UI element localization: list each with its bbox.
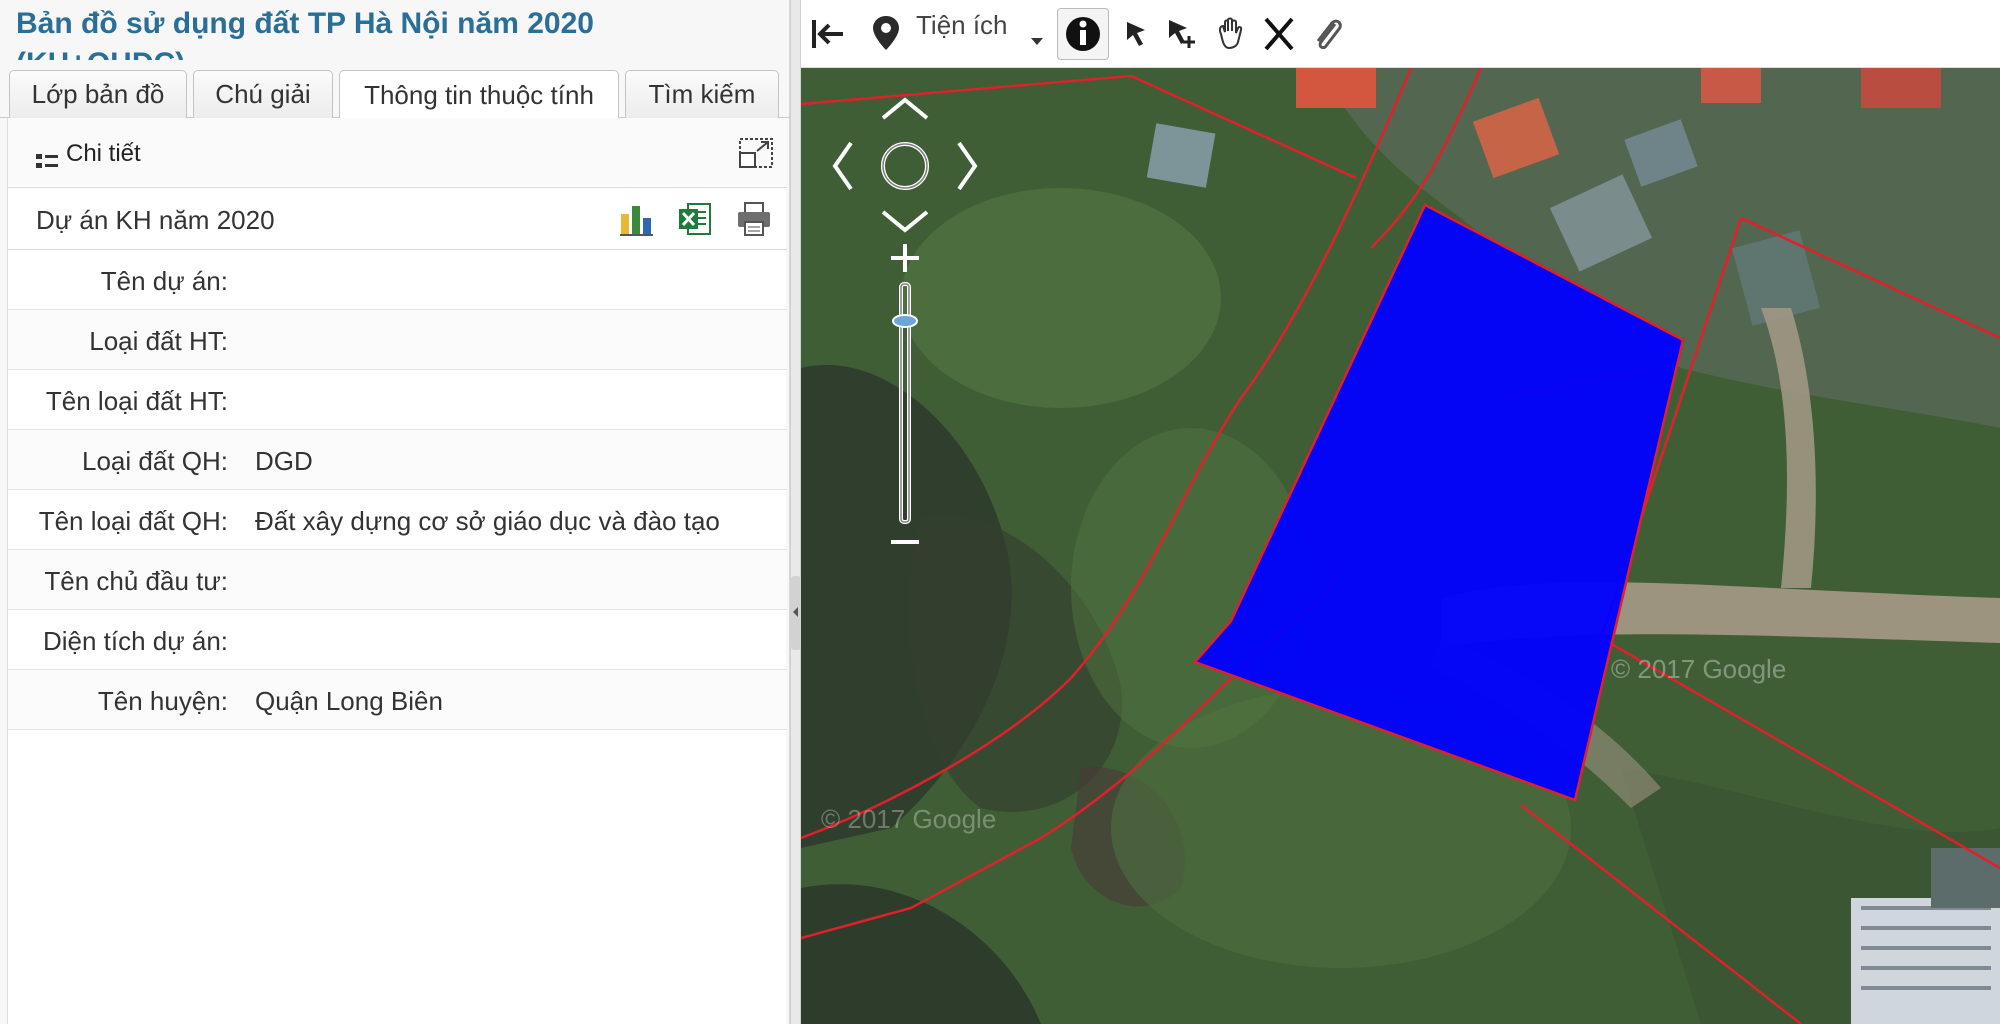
pan-left-icon — [832, 141, 853, 191]
attr-value: Quận Long Biên — [255, 686, 443, 716]
attr-row-current-land-type: Loại đất HT: — [8, 310, 787, 370]
left-panel: Bản đồ sử dụng đất TP Hà Nội năm 2020 (K… — [0, 0, 790, 1024]
detail-label: Chi tiết — [66, 140, 141, 167]
list-icon — [36, 154, 58, 170]
map-view[interactable]: © 2017 Google © 2017 Google — [801, 68, 2000, 1024]
add-select-icon[interactable] — [1161, 8, 1203, 60]
attr-row-current-land-type-name: Tên loại đất HT: — [8, 370, 787, 430]
map-watermark: © 2017 Google — [1611, 654, 1786, 684]
print-icon[interactable] — [735, 200, 773, 238]
section-header: Dự án KH năm 2020 — [8, 188, 787, 250]
chart-icon[interactable] — [618, 200, 656, 238]
select-arrow-icon[interactable] — [1119, 8, 1159, 60]
attr-label: Tên huyện: — [97, 686, 228, 716]
attr-value: Đất xây dựng cơ sở giáo dục và đào tạo — [255, 506, 720, 536]
paperclip-icon[interactable] — [1307, 8, 1347, 60]
attr-label: Tên chủ đầu tư: — [44, 566, 228, 596]
chevron-down-icon[interactable] — [1027, 8, 1047, 60]
attr-label: Tên dự án: — [100, 266, 228, 296]
tab-map-layers[interactable]: Lớp bản đồ — [9, 70, 187, 118]
attr-row-planned-land-type: Loại đất QH: DGD — [8, 430, 787, 490]
svg-text:© 2017 Google: © 2017 Google — [821, 804, 996, 834]
map-toolbar: Tiện ích — [801, 0, 2000, 68]
app-title-line2: (KH+QHDC) — [16, 44, 776, 60]
attr-label: Tên loại đất QH: — [38, 506, 228, 536]
attr-label: Loại đất HT: — [89, 326, 228, 356]
attr-label: Diện tích dự án: — [42, 626, 228, 656]
attr-row-project-area: Diện tích dự án: — [8, 610, 787, 670]
detail-header: Chi tiết — [8, 118, 787, 188]
app-title: Bản đồ sử dụng đất TP Hà Nội năm 2020 (K… — [16, 4, 776, 60]
pan-hand-icon[interactable] — [1211, 8, 1251, 60]
info-icon — [1066, 17, 1100, 51]
attr-value: DGD — [255, 446, 313, 476]
section-title: Dự án KH năm 2020 — [36, 205, 275, 235]
attribute-panel: Chi tiết Dự án KH năm 2020 Tên dự án: Lo… — [7, 118, 787, 1024]
zoom-in-icon — [891, 244, 919, 272]
info-tool-button[interactable] — [1057, 8, 1109, 60]
panel-splitter[interactable] — [790, 0, 801, 1024]
attr-row-investor-name: Tên chủ đầu tư: — [8, 550, 787, 610]
tab-search[interactable]: Tìm kiếm — [625, 70, 779, 118]
pan-down-icon — [881, 210, 929, 233]
attr-label: Loại đất QH: — [82, 446, 228, 476]
attr-row-district-name: Tên huyện: Quận Long Biên — [8, 670, 787, 730]
exit-icon[interactable] — [809, 8, 849, 60]
pan-right-icon — [957, 141, 978, 191]
utilities-menu[interactable]: Tiện ích — [916, 10, 1008, 41]
attr-row-planned-land-type-name: Tên loại đất QH: Đất xây dựng cơ sở giáo… — [8, 490, 787, 550]
tab-bar: Lớp bản đồ Chú giải Thông tin thuộc tính… — [0, 62, 790, 120]
tab-attribute-info[interactable]: Thông tin thuộc tính — [339, 70, 619, 120]
zoom-slider-handle — [892, 314, 918, 328]
collapse-panel-button[interactable] — [791, 576, 801, 650]
attr-row-project-name: Tên dự án: — [8, 250, 787, 310]
expand-icon[interactable] — [739, 138, 773, 168]
location-pin-icon[interactable] — [867, 8, 905, 60]
pan-up-icon — [881, 97, 929, 120]
map-navigation-control — [832, 97, 978, 544]
app-title-line1: Bản đồ sử dụng đất TP Hà Nội năm 2020 — [16, 7, 594, 40]
attr-label: Tên loại đất HT: — [45, 386, 228, 416]
tab-legend[interactable]: Chú giải — [193, 70, 333, 118]
close-icon[interactable] — [1259, 8, 1299, 60]
excel-icon[interactable] — [676, 200, 714, 238]
